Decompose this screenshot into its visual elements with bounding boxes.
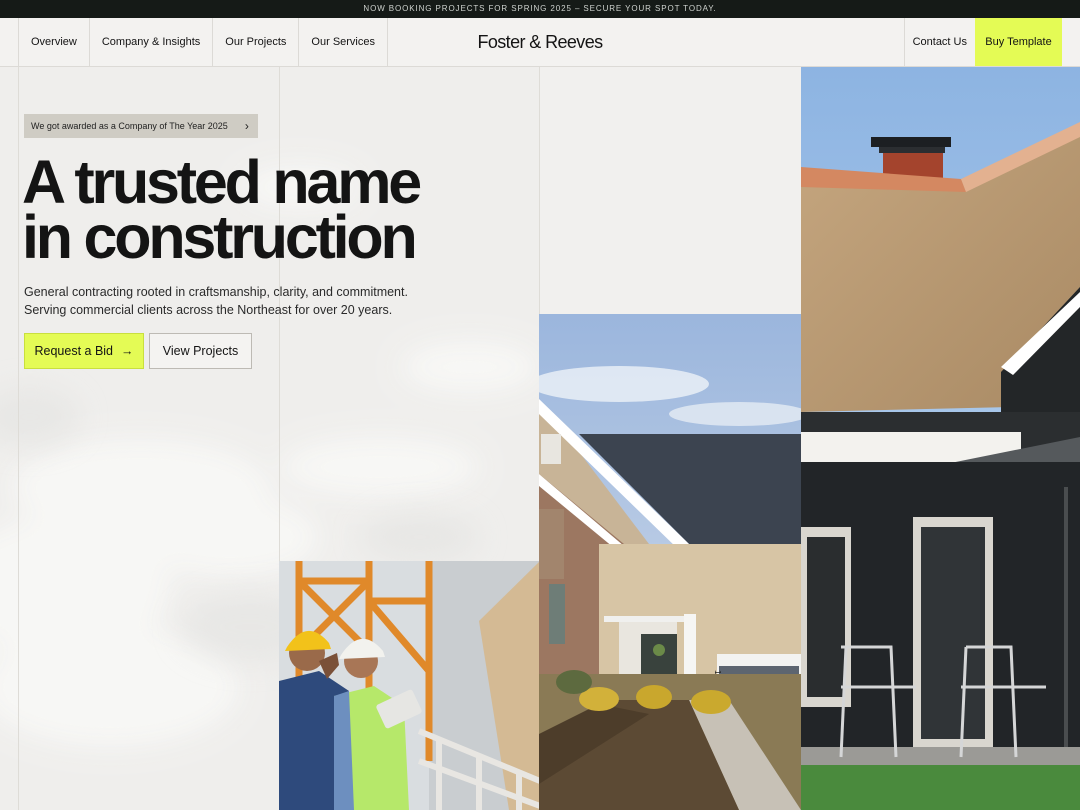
subtitle-line-2: Serving commercial clients across the No… <box>24 303 393 317</box>
hero-headline: A trusted name in construction <box>22 148 522 271</box>
request-bid-label: Request a Bid <box>34 344 114 358</box>
main-navigation: Overview Company & Insights Our Projects… <box>0 18 1080 67</box>
headline-line-1: A trusted name <box>22 148 422 216</box>
workers-photo <box>279 561 540 810</box>
announcement-text: Now booking projects for Spring 2025 – S… <box>363 4 717 13</box>
subtitle-line-1: General contracting rooted in craftsmans… <box>24 285 408 299</box>
buy-template-button[interactable]: Buy Template <box>975 18 1062 66</box>
request-bid-button[interactable]: Request a Bid → <box>24 333 144 369</box>
nav-our-projects[interactable]: Our Projects <box>213 18 300 66</box>
grid-line <box>18 67 19 810</box>
award-text: We got awarded as a Company of The Year … <box>31 121 228 131</box>
announcement-bar: Now booking projects for Spring 2025 – S… <box>0 0 1080 18</box>
nav-actions: Contact Us Buy Template <box>903 18 1062 66</box>
nav-company-insights[interactable]: Company & Insights <box>90 18 214 66</box>
primary-nav: Overview Company & Insights Our Projects… <box>18 18 388 66</box>
brand-logo[interactable]: Foster & Reeves <box>440 18 640 66</box>
hero-subtitle: General contracting rooted in craftsmans… <box>24 283 484 319</box>
arrow-right-icon: → <box>121 344 134 358</box>
hero-section: 157 <box>0 67 1080 810</box>
contact-us-link[interactable]: Contact Us <box>903 18 975 66</box>
award-badge[interactable]: We got awarded as a Company of The Year … <box>24 114 258 138</box>
view-projects-button[interactable]: View Projects <box>149 333 252 369</box>
house-photo: 157 <box>539 314 801 810</box>
view-projects-label: View Projects <box>162 344 239 358</box>
nav-our-services[interactable]: Our Services <box>299 18 388 66</box>
thatched-house-photo <box>801 67 1080 810</box>
chevron-right-icon: › <box>244 119 249 133</box>
nav-overview[interactable]: Overview <box>19 18 90 66</box>
headline-line-2: in construction <box>22 203 418 271</box>
